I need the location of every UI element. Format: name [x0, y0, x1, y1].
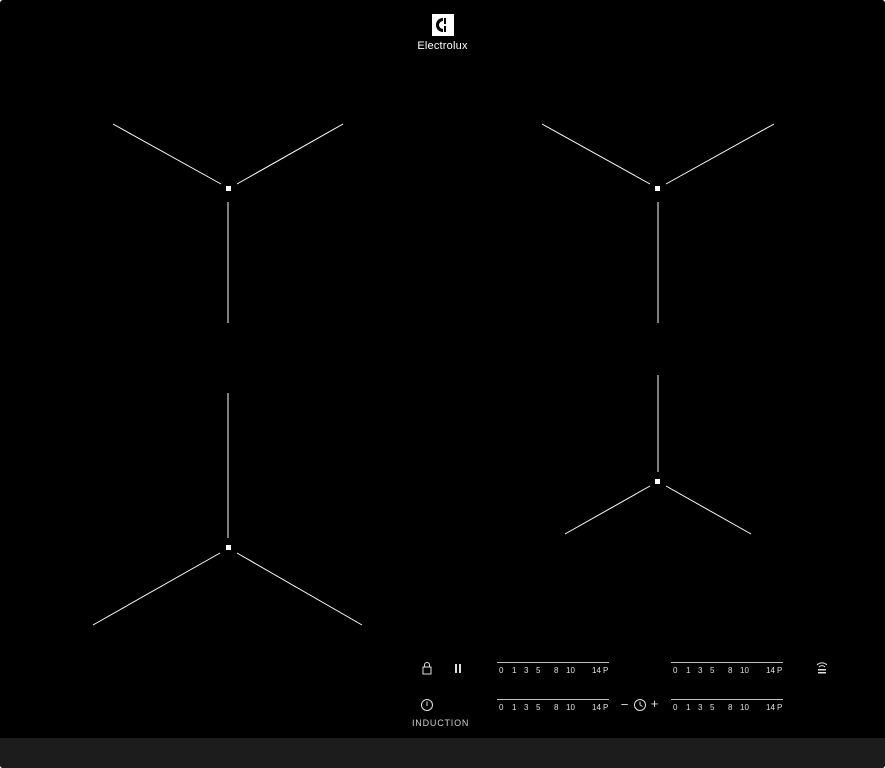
scale-label: 14 — [592, 703, 601, 712]
power-scale-front-left[interactable]: 0 1 3 5 8 10 14 P — [497, 699, 609, 717]
lock-icon[interactable] — [420, 662, 434, 675]
scale-label: 3 — [524, 703, 529, 712]
power-scale-front-right[interactable]: 0 1 3 5 8 10 14 P — [671, 699, 783, 717]
zone-center-dot — [655, 186, 660, 191]
cooking-zone-rear-right — [541, 123, 775, 323]
scale-label: 10 — [566, 703, 575, 712]
scale-label: 5 — [710, 666, 715, 675]
power-icon[interactable] — [420, 698, 434, 712]
cooking-zone-front-right — [564, 375, 752, 535]
cooking-zone-front-left — [92, 393, 363, 626]
scale-label: 10 — [740, 666, 749, 675]
scale-label: 0 — [673, 666, 678, 675]
scale-label: 1 — [686, 666, 691, 675]
pause-icon[interactable] — [452, 662, 464, 675]
induction-cooktop: Electrolux 0 1 3 5 8 10 14 P 0 1 3 5 8 1… — [0, 0, 885, 768]
cooking-zone-markings — [92, 123, 775, 626]
timer-icon[interactable] — [633, 698, 647, 712]
scale-label: 10 — [566, 666, 575, 675]
scale-label: 3 — [698, 666, 703, 675]
cooktop-front-edge — [0, 738, 885, 768]
scale-label: 3 — [524, 666, 529, 675]
scale-label: 10 — [740, 703, 749, 712]
timer-minus-button[interactable]: − — [619, 698, 630, 711]
cooking-zone-rear-left — [112, 123, 344, 323]
power-scale-rear-left[interactable]: 0 1 3 5 8 10 14 P — [497, 662, 609, 680]
scale-label: 14 — [766, 703, 775, 712]
scale-label: 8 — [728, 703, 733, 712]
scale-label: 0 — [499, 703, 504, 712]
scale-label: 8 — [728, 666, 733, 675]
timer-plus-button[interactable]: + — [649, 697, 660, 710]
scale-label: 1 — [686, 703, 691, 712]
scale-label: 0 — [499, 666, 504, 675]
scale-label: 5 — [536, 703, 541, 712]
scale-label: P — [603, 703, 609, 712]
scale-label: 14 — [766, 666, 775, 675]
scale-label: 14 — [592, 666, 601, 675]
scale-label: 5 — [536, 666, 541, 675]
zone-center-dot — [655, 479, 660, 484]
power-scale-rear-right[interactable]: 0 1 3 5 8 10 14 P — [671, 662, 783, 680]
zone-center-dot — [226, 186, 231, 191]
induction-label: INDUCTION — [412, 718, 470, 728]
scale-label: P — [777, 703, 783, 712]
wifi-hood-icon[interactable] — [815, 660, 829, 676]
scale-label: P — [777, 666, 783, 675]
scale-label: 5 — [710, 703, 715, 712]
zone-center-dot — [226, 545, 231, 550]
scale-label: 8 — [554, 703, 559, 712]
scale-label: 1 — [512, 703, 517, 712]
scale-label: 1 — [512, 666, 517, 675]
scale-label: P — [603, 666, 609, 675]
scale-label: 0 — [673, 703, 678, 712]
scale-label: 8 — [554, 666, 559, 675]
scale-label: 3 — [698, 703, 703, 712]
